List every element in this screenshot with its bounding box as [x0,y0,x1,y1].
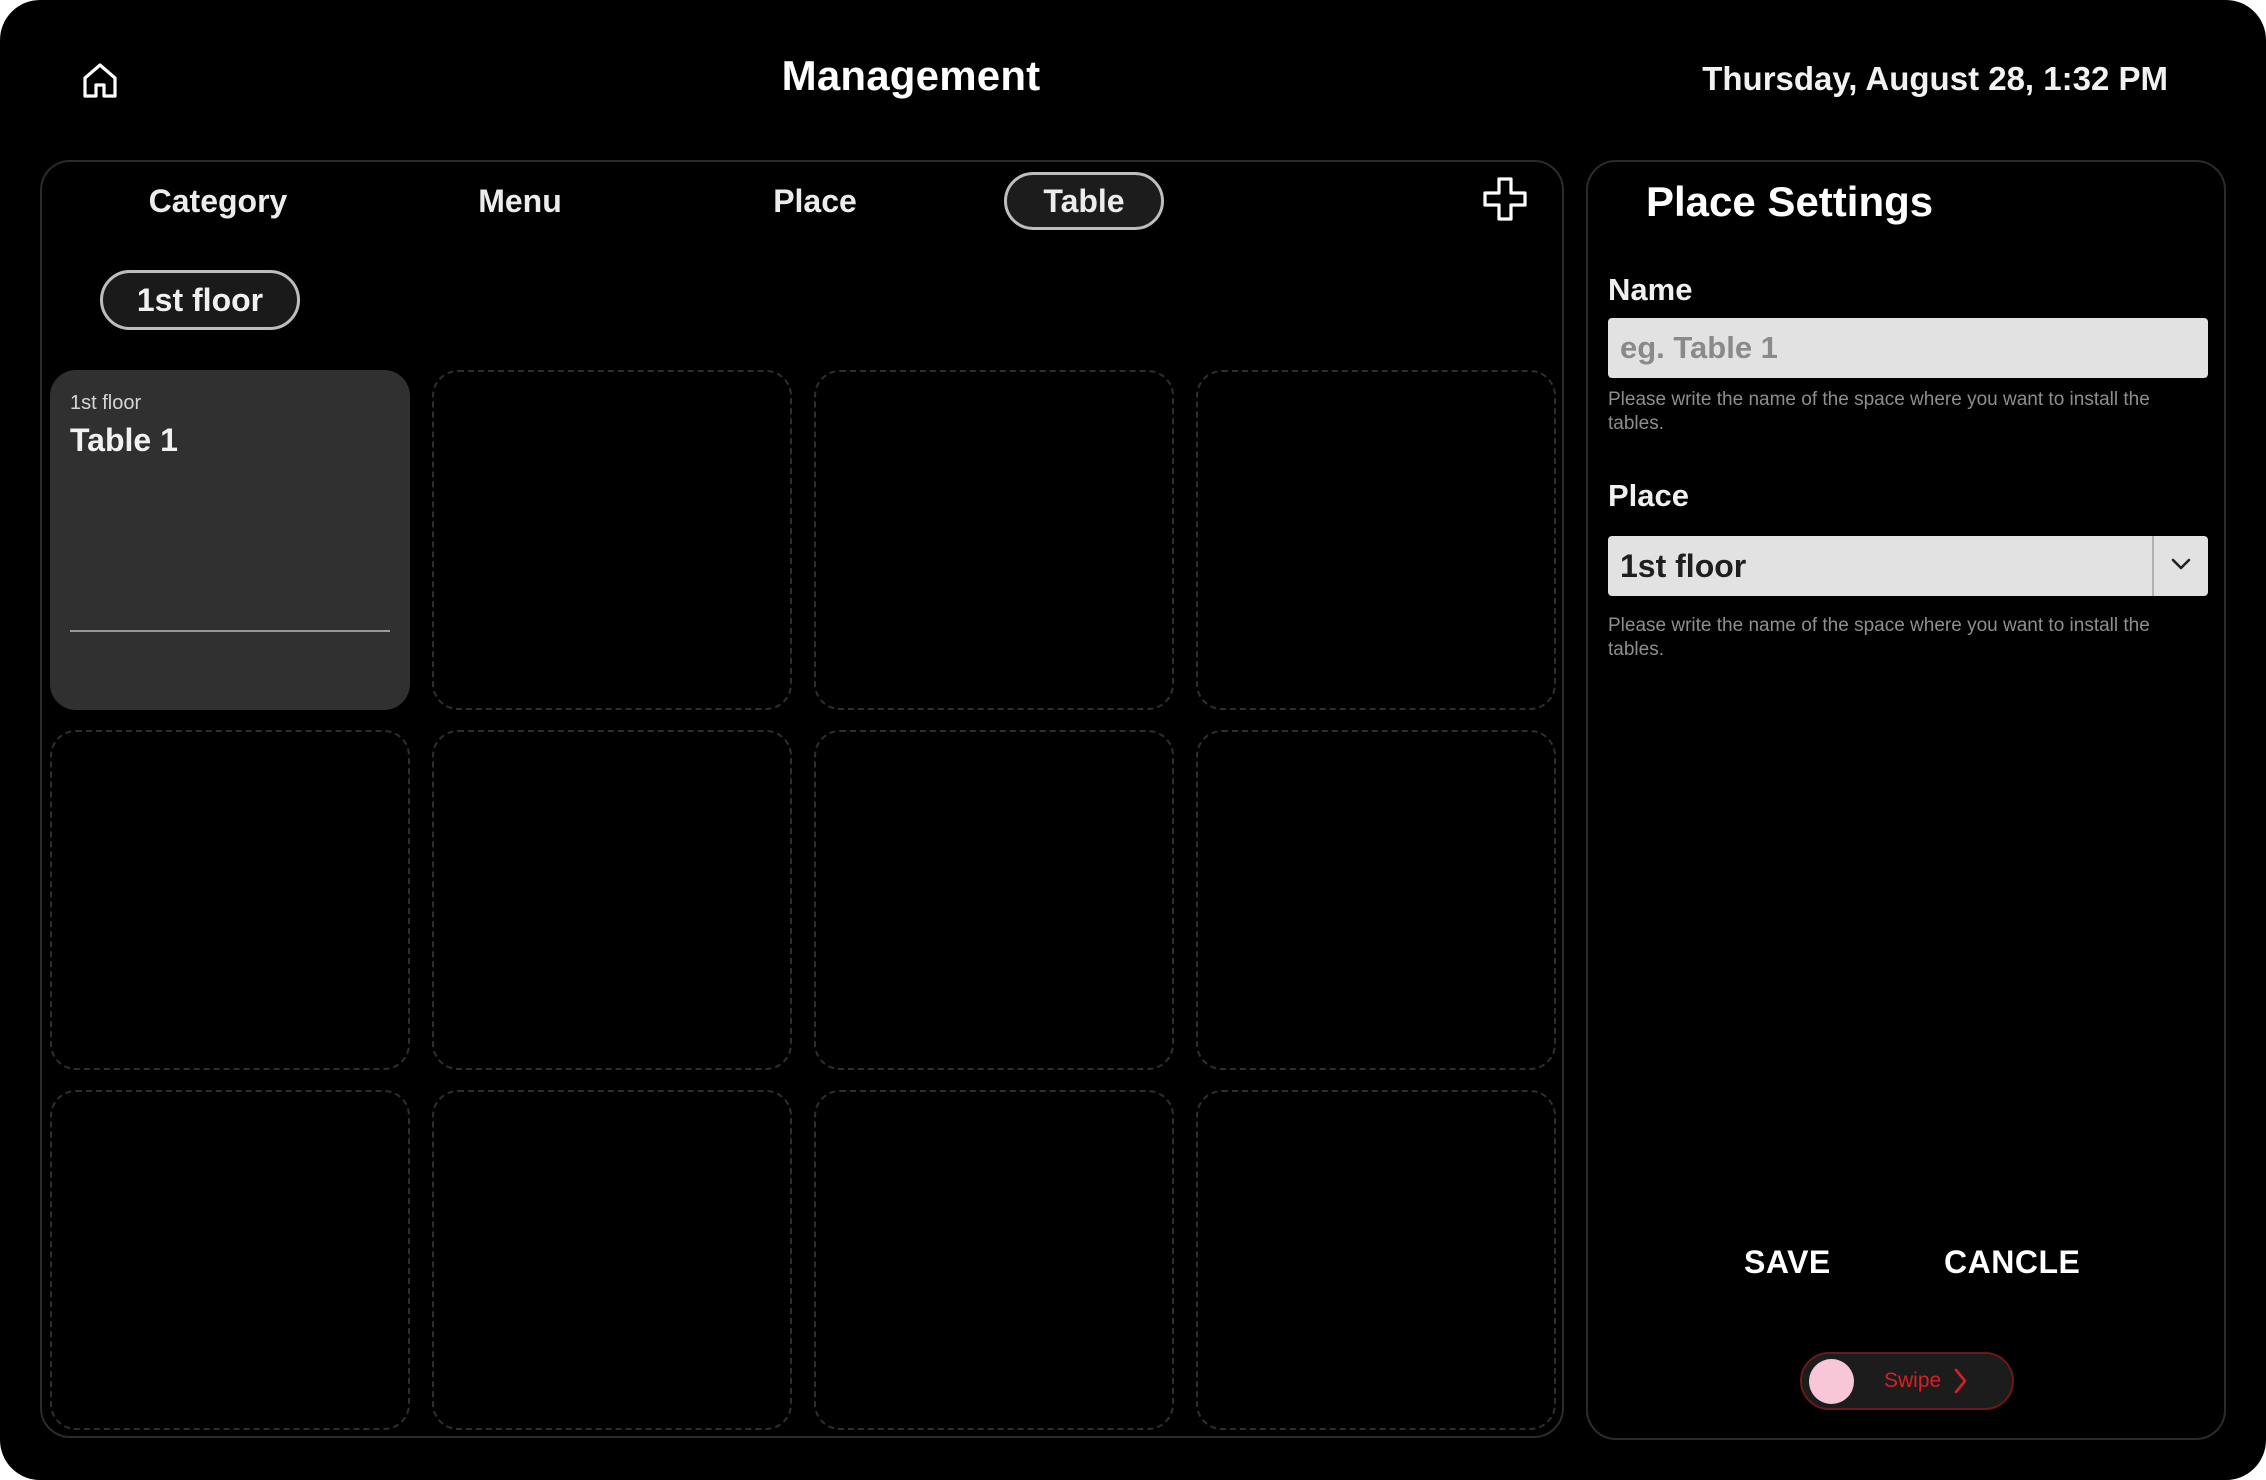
place-select-value: 1st floor [1620,547,1747,584]
empty-table-slot[interactable] [1196,370,1556,710]
table-card-divider [70,630,390,632]
empty-table-slot[interactable] [432,730,792,1070]
management-panel: Category Menu Place Table 1st floor 1st … [40,160,1564,1438]
empty-table-slot[interactable] [432,370,792,710]
empty-table-slot[interactable] [814,730,1174,1070]
tab-place[interactable]: Place [750,172,880,230]
tab-category[interactable]: Category [138,172,298,230]
table-card[interactable]: 1st floor Table 1 [50,370,410,710]
swipe-label: Swipe [1884,1369,1942,1392]
empty-table-slot[interactable] [1196,730,1556,1070]
swipe-handle[interactable] [1809,1359,1854,1404]
place-helper-text: Please write the name of the space where… [1608,615,2150,660]
add-table-button[interactable] [1480,176,1530,226]
app-screen: Management Thursday, August 28, 1:32 PM … [0,0,2266,1480]
table-card-place: 1st floor [70,392,142,414]
place-label: Place [1608,478,1690,513]
name-helper-text: Please write the name of the space where… [1608,389,2150,434]
place-select[interactable]: 1st floor [1608,536,2208,596]
settings-title: Place Settings [1646,178,1934,225]
place-filter-chip[interactable]: 1st floor [100,270,300,330]
plus-icon [1482,176,1528,227]
place-select-toggle[interactable] [2152,536,2208,596]
empty-table-slot[interactable] [814,370,1174,710]
chevron-right-icon [1952,1367,1970,1400]
table-grid: 1st floor Table 1 [50,370,1558,1430]
tab-table[interactable]: Table [1004,172,1164,230]
chevron-down-icon [2170,557,2192,576]
swipe-confirm-slider[interactable]: Swipe [1800,1352,2014,1410]
datetime-display: Thursday, August 28, 1:32 PM [1702,60,2168,97]
table-card-name: Table 1 [70,422,178,458]
page-title: Management [781,52,1041,99]
save-button[interactable]: SAVE [1744,1244,1831,1281]
empty-table-slot[interactable] [50,730,410,1070]
cancel-button[interactable]: CANCLE [1944,1244,2080,1281]
settings-panel: Place Settings Name Please write the nam… [1586,160,2226,1440]
empty-table-slot[interactable] [814,1090,1174,1430]
name-input[interactable] [1608,318,2208,378]
empty-table-slot[interactable] [1196,1090,1556,1430]
name-label: Name [1608,272,1693,307]
empty-table-slot[interactable] [432,1090,792,1430]
tab-menu[interactable]: Menu [460,172,580,230]
empty-table-slot[interactable] [50,1090,410,1430]
